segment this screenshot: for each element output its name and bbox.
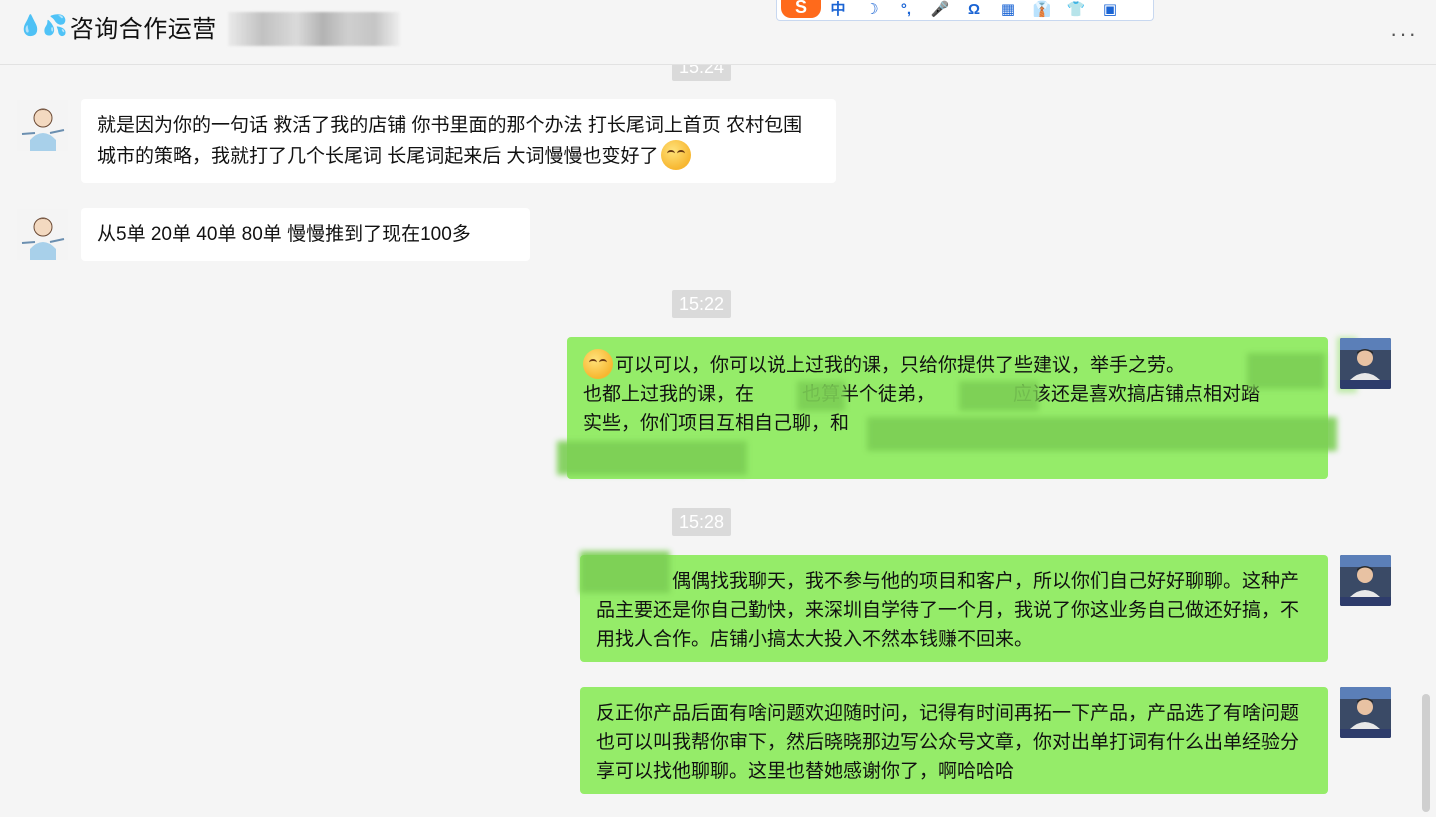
redacted-blur xyxy=(959,381,1039,411)
my-avatar[interactable] xyxy=(1340,687,1391,738)
message-text: 偶偶找我聊天，我不参与他的项目和客户，所以你们自己好好聊聊。这种产品主要还是你自… xyxy=(596,571,1300,650)
more-options-button[interactable]: ··· xyxy=(1390,23,1418,45)
message-bubble-outgoing[interactable]: 反正你产品后面有啥问题欢迎随时问，记得有时间再拓一下产品，产品选了有啥问题也可以… xyxy=(580,687,1328,794)
redacted-blur xyxy=(557,441,747,475)
sogou-logo-icon[interactable]: S xyxy=(781,0,821,18)
ime-tools-icon[interactable]: ▣ xyxy=(1093,2,1127,18)
chat-title-text: 咨询合作运营 xyxy=(69,15,217,43)
droplet-icon: 💧💦 xyxy=(18,15,68,37)
ime-skin-icon[interactable]: 👕 xyxy=(1059,2,1093,18)
dizzy-face-emoji-icon xyxy=(660,140,691,170)
message-text: 可以可以，你可以说上过我的课，只给你提供了些建议，举手之劳。 xyxy=(615,355,1186,376)
chat-header: 💧💦 咨询合作运营 ··· S 中 ☽ °, 🎤 Ω ▦ 👔 👕 ▣ xyxy=(0,0,1436,65)
ime-microphone-icon[interactable]: 🎤 xyxy=(923,2,957,18)
message-text: 从5单 20单 40单 80单 慢慢推到了现在100多 xyxy=(97,224,471,245)
message-text: 也都上过我的课，在 xyxy=(583,384,755,405)
contact-avatar[interactable] xyxy=(17,100,68,151)
my-avatar[interactable] xyxy=(1340,338,1391,389)
message-text: 实些，你们项目互相自己聊，和 xyxy=(583,413,850,434)
timestamp: 15:24 xyxy=(672,65,732,81)
message-bubble-incoming[interactable]: 就是因为你的一句话 救活了我的店铺 你书里面的那个办法 打长尾词上首页 农村包围… xyxy=(81,99,836,183)
ime-user-icon[interactable]: 👔 xyxy=(1025,2,1059,18)
ime-toolbar: S 中 ☽ °, 🎤 Ω ▦ 👔 👕 ▣ xyxy=(776,0,1154,21)
message-line: 可以可以，你可以说上过我的课，只给你提供了些建议，举手之劳。 xyxy=(583,349,1312,380)
message-bubble-incoming[interactable]: 从5单 20单 40单 80单 慢慢推到了现在100多 xyxy=(81,208,530,261)
ime-keyboard-icon[interactable]: ▦ xyxy=(991,2,1025,18)
redacted-blur xyxy=(797,381,845,411)
message-text: 反正你产品后面有啥问题欢迎随时问，记得有时间再拓一下产品，产品选了有啥问题也可以… xyxy=(596,703,1300,782)
redacted-blur xyxy=(580,551,670,593)
ime-punctuation-icon[interactable]: °, xyxy=(889,2,923,18)
my-avatar[interactable] xyxy=(1340,555,1391,606)
message-list[interactable]: 15:24 就是因为你的一句话 救活了我的店铺 你书里面的那个办法 打长尾词上首… xyxy=(0,65,1436,817)
redacted-title-blur xyxy=(228,12,400,46)
timestamp: 15:22 xyxy=(672,290,732,318)
redacted-blur xyxy=(1247,353,1325,389)
contact-avatar[interactable] xyxy=(17,209,68,260)
redacted-blur xyxy=(867,417,1337,451)
ime-moon-icon[interactable]: ☽ xyxy=(855,2,889,18)
chat-window: 💧💦 咨询合作运营 ··· S 中 ☽ °, 🎤 Ω ▦ 👔 👕 ▣ 15:24 xyxy=(0,0,1436,817)
message-line: 也都上过我的课，在 也算半个徒弟， 应该还是喜欢搞店铺点相对踏 xyxy=(583,380,1312,409)
message-bubble-outgoing[interactable]: 可以可以，你可以说上过我的课，只给你提供了些建议，举手之劳。 也都上过我的课，在… xyxy=(557,337,1357,479)
chat-title: 💧💦 咨询合作运营 xyxy=(18,8,217,44)
scrollbar-thumb[interactable] xyxy=(1422,694,1430,812)
message-text: 应该还是喜欢搞店铺点相对踏 xyxy=(1013,384,1261,405)
message-bubble-outgoing[interactable]: 偶偶找我聊天，我不参与他的项目和客户，所以你们自己好好聊聊。这种产品主要还是你自… xyxy=(580,551,1328,662)
timestamp: 15:28 xyxy=(672,508,732,536)
ime-symbol-icon[interactable]: Ω xyxy=(957,2,991,18)
smiling-face-emoji-icon xyxy=(583,349,613,379)
ime-chinese-mode-icon[interactable]: 中 xyxy=(821,2,855,18)
message-text: 就是因为你的一句话 救活了我的店铺 你书里面的那个办法 打长尾词上首页 农村包围… xyxy=(97,115,803,167)
